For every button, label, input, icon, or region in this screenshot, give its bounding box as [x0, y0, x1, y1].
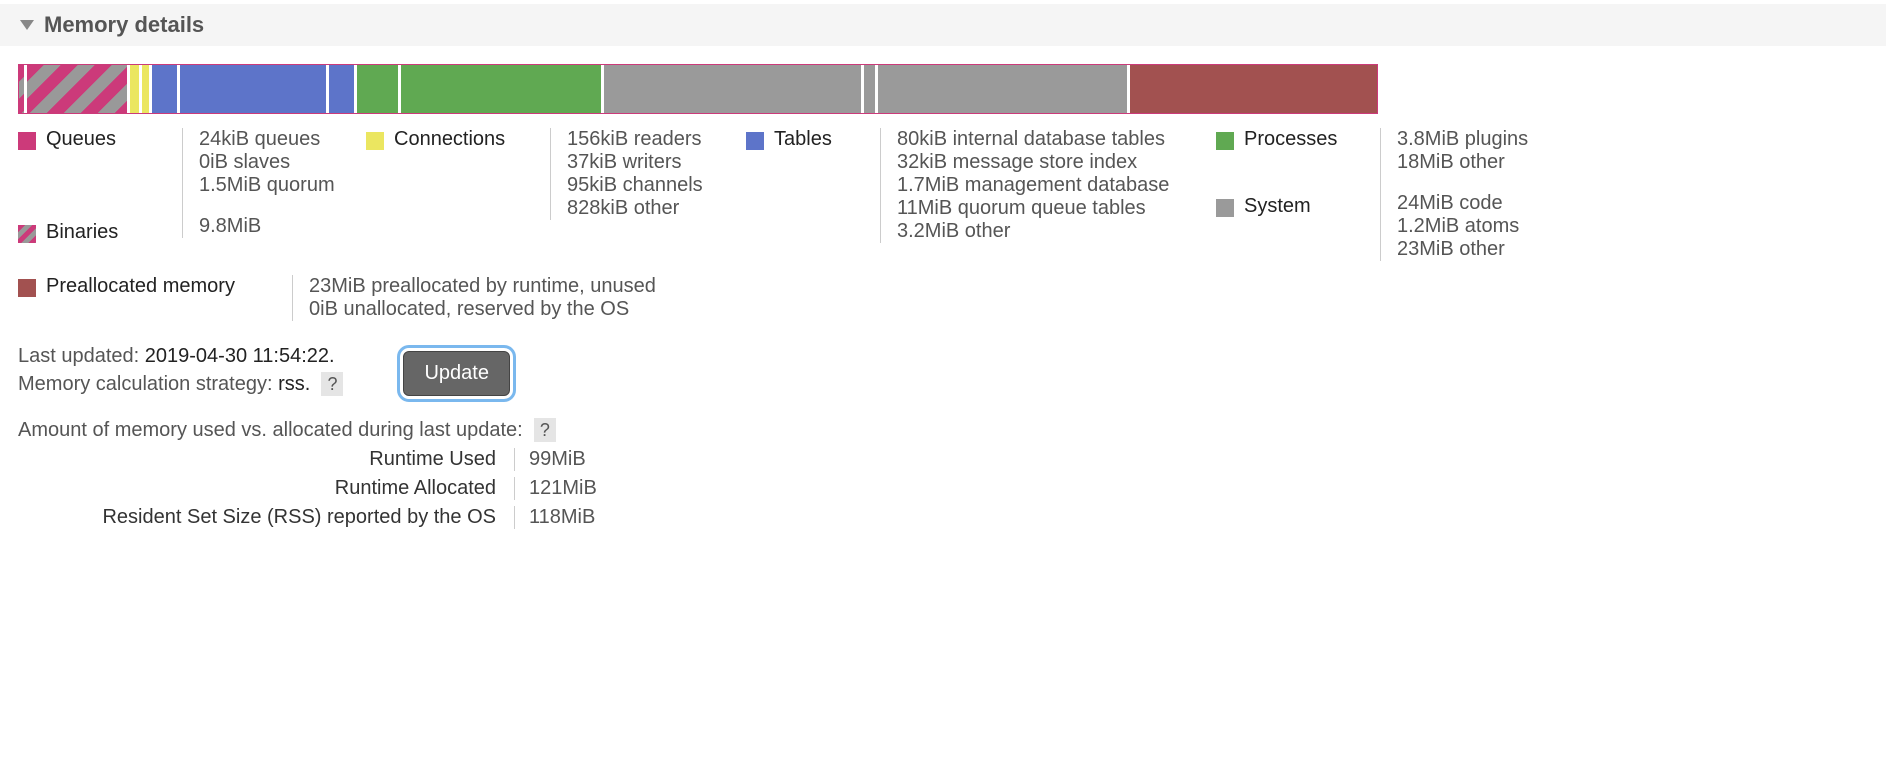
runtime-alloc-value: 121MiB	[514, 477, 597, 500]
runtime-used-label: Runtime Used	[18, 448, 496, 471]
strategy: Memory calculation strategy: rss. ?	[18, 372, 343, 396]
memory-details-panel: Memory details Queues Binaries 24ki	[0, 4, 1886, 565]
table-row: Resident Set Size (RSS) reported by the …	[18, 506, 1868, 529]
help-icon[interactable]: ?	[321, 372, 343, 396]
value: 1.2MiB atoms	[1397, 215, 1540, 238]
memory-bar-chart	[18, 64, 1378, 114]
collapse-icon	[20, 20, 34, 30]
swatch-connections-icon	[366, 132, 384, 150]
value: 3.2MiB other	[897, 220, 1210, 243]
value: 0iB slaves	[199, 151, 360, 174]
bar-segment	[27, 65, 130, 113]
legend-system: System	[1216, 195, 1364, 218]
value: 1.5MiB quorum	[199, 174, 360, 197]
legend-processes-label: Processes	[1244, 128, 1364, 151]
legend-prealloc: Preallocated memory	[18, 275, 276, 298]
last-updated: Last updated: 2019-04-30 11:54:22.	[18, 345, 343, 368]
value: 11MiB quorum queue tables	[897, 197, 1210, 220]
panel-title: Memory details	[44, 12, 204, 38]
value: 0iB unallocated, reserved by the OS	[309, 298, 656, 321]
bar-segment	[329, 65, 357, 113]
value: 32kiB message store index	[897, 151, 1210, 174]
legend-queues-label: Queues	[46, 128, 166, 151]
legend-prealloc-values: 23MiB preallocated by runtime, unused 0i…	[292, 275, 656, 321]
value: 80kiB internal database tables	[897, 128, 1210, 151]
rss-label: Resident Set Size (RSS) reported by the …	[18, 506, 496, 529]
bar-segment	[357, 65, 401, 113]
legend-row: Queues Binaries 24kiB queues 0iB slaves …	[18, 128, 1868, 261]
legend-binaries: Binaries	[18, 221, 166, 244]
help-icon[interactable]: ?	[534, 418, 556, 442]
bar-segment	[864, 65, 878, 113]
swatch-processes-icon	[1216, 132, 1234, 150]
last-updated-label: Last updated:	[18, 345, 145, 367]
bar-segment	[130, 65, 142, 113]
legend-queues-values: 24kiB queues 0iB slaves 1.5MiB quorum 9.…	[182, 128, 360, 238]
runtime-used-value: 99MiB	[514, 448, 594, 471]
value: 1.7MiB management database	[897, 174, 1210, 197]
strategy-value: rss.	[278, 373, 310, 395]
swatch-prealloc-icon	[18, 279, 36, 297]
value: 24kiB queues	[199, 128, 360, 151]
swatch-tables-icon	[746, 132, 764, 150]
bar-segment	[180, 65, 329, 113]
strategy-label: Memory calculation strategy:	[18, 373, 278, 395]
value: 24MiB code	[1397, 192, 1540, 215]
bar-segment	[878, 65, 1130, 113]
rss-value: 118MiB	[514, 506, 595, 529]
used-vs-alloc: Amount of memory used vs. allocated duri…	[18, 418, 1868, 442]
update-button[interactable]: Update	[403, 351, 510, 396]
bar-segment	[1130, 65, 1377, 113]
value: 23MiB other	[1397, 238, 1540, 261]
last-updated-value: 2019-04-30 11:54:22.	[145, 345, 335, 367]
value: 23MiB preallocated by runtime, unused	[309, 275, 656, 298]
bar-segment	[152, 65, 180, 113]
runtime-alloc-label: Runtime Allocated	[18, 477, 496, 500]
bar-segment	[19, 65, 27, 113]
bar-segment	[142, 65, 152, 113]
legend-connections: Connections	[366, 128, 534, 151]
legend-connections-values: 156kiB readers 37kiB writers 95kiB chann…	[550, 128, 740, 220]
memory-table: Runtime Used 99MiB Runtime Allocated 121…	[18, 448, 1868, 529]
value: 3.8MiB plugins	[1397, 128, 1540, 151]
value: 18MiB other	[1397, 151, 1540, 174]
legend-connections-label: Connections	[394, 128, 534, 151]
used-vs-alloc-label: Amount of memory used vs. allocated duri…	[18, 419, 523, 441]
table-row: Runtime Used 99MiB	[18, 448, 1868, 471]
swatch-binaries-icon	[18, 225, 36, 243]
legend-processes-values: 3.8MiB plugins 18MiB other 24MiB code 1.…	[1380, 128, 1540, 261]
swatch-system-icon	[1216, 199, 1234, 217]
legend-tables-values: 80kiB internal database tables 32kiB mes…	[880, 128, 1210, 243]
table-row: Runtime Allocated 121MiB	[18, 477, 1868, 500]
value: 828kiB other	[567, 197, 740, 220]
legend-queues: Queues	[18, 128, 166, 151]
legend-tables: Tables	[746, 128, 864, 151]
value: 95kiB channels	[567, 174, 740, 197]
legend-processes: Processes	[1216, 128, 1364, 151]
panel-header[interactable]: Memory details	[0, 4, 1886, 46]
legend-binaries-label: Binaries	[46, 221, 166, 244]
legend-tables-label: Tables	[774, 128, 864, 151]
legend-prealloc-label: Preallocated memory	[46, 275, 276, 298]
legend-system-label: System	[1244, 195, 1364, 218]
value: 156kiB readers	[567, 128, 740, 151]
value: 37kiB writers	[567, 151, 740, 174]
bar-segment	[604, 65, 864, 113]
swatch-queues-icon	[18, 132, 36, 150]
value: 9.8MiB	[199, 215, 360, 238]
panel-content: Queues Binaries 24kiB queues 0iB slaves …	[0, 46, 1886, 565]
bar-segment	[401, 65, 604, 113]
